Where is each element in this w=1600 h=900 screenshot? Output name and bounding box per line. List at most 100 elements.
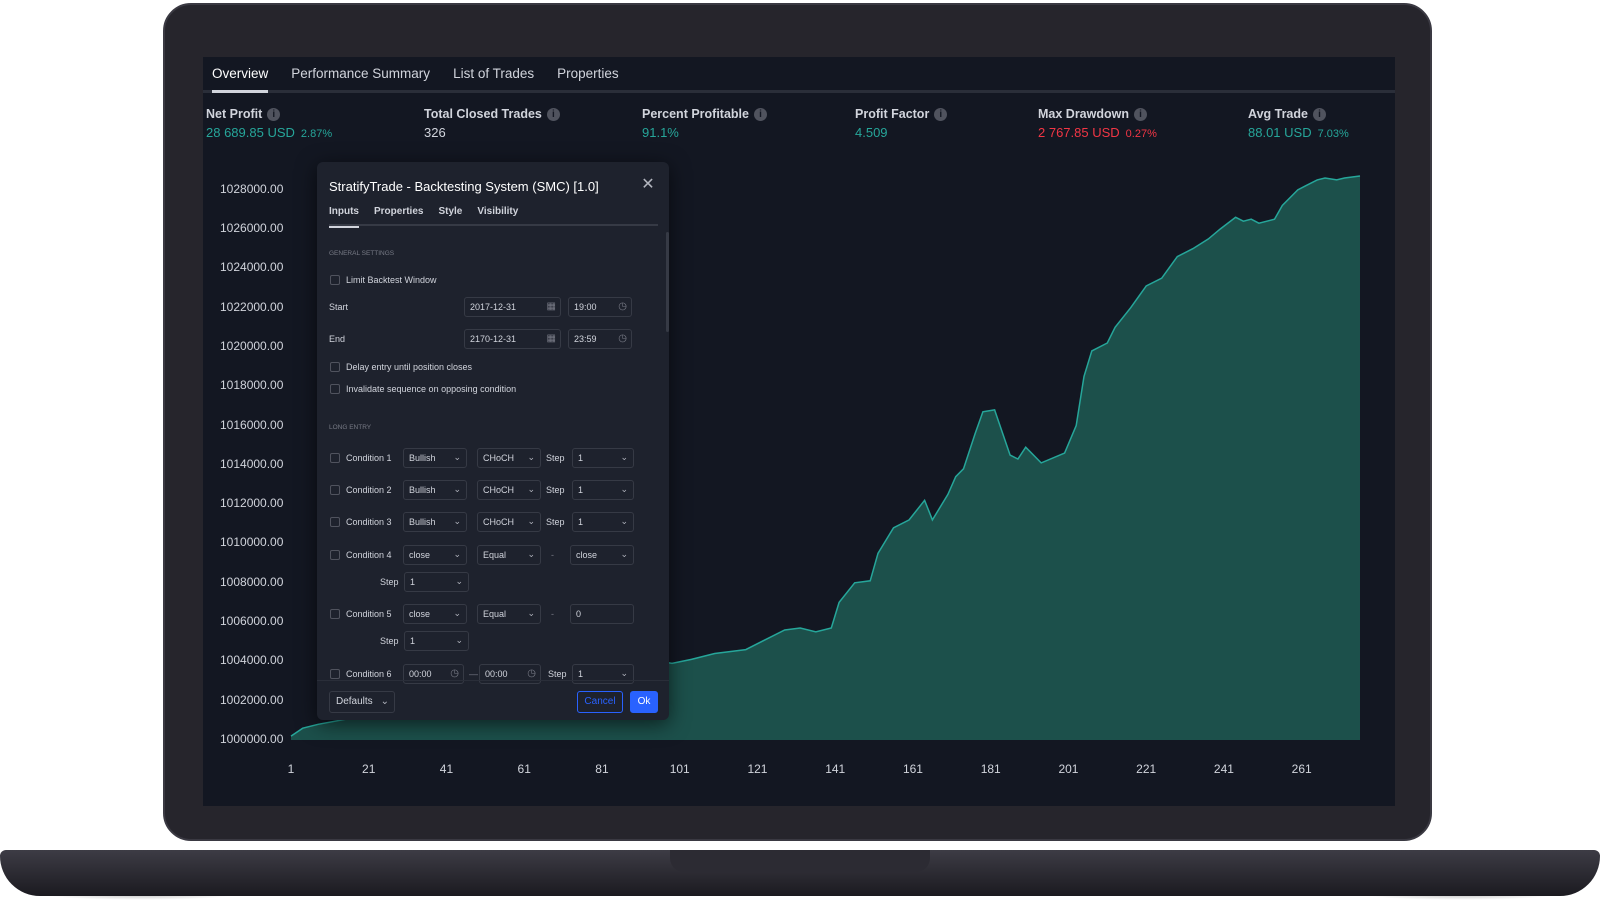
step-label: Step xyxy=(380,577,399,587)
tab-style[interactable]: Style xyxy=(438,206,462,224)
condition-4-step-select[interactable]: 1 ⌄ xyxy=(404,572,469,592)
chevron-down-icon: ⌄ xyxy=(620,452,628,462)
x-axis-tick: 241 xyxy=(1213,762,1234,776)
x-axis-tick: 201 xyxy=(1058,762,1079,776)
start-label: Start xyxy=(329,302,349,312)
end-time-value: 23:59 xyxy=(574,334,597,344)
select-value: 1 xyxy=(578,517,584,527)
dialog-footer: Defaults ⌄ Cancel Ok xyxy=(317,680,669,720)
chevron-down-icon: ⌄ xyxy=(453,608,461,618)
y-axis-tick: 1010000.00 xyxy=(220,535,284,550)
chevron-down-icon: ⌄ xyxy=(527,452,535,462)
select-value: CHoCH xyxy=(483,485,515,495)
calendar-icon: ▦ xyxy=(546,333,556,344)
select-value: CHoCH xyxy=(483,453,515,463)
chevron-down-icon: ⌄ xyxy=(527,608,535,618)
condition-5-value-input[interactable]: 0 xyxy=(570,604,634,624)
select-value: 1 xyxy=(578,669,584,679)
section-long-entry: LONG ENTRY xyxy=(329,424,372,431)
condition-2-label: Condition 2 xyxy=(346,485,392,495)
input-value: 00:00 xyxy=(409,669,432,679)
y-axis-tick: 1024000.00 xyxy=(220,260,284,275)
chevron-down-icon: ⌄ xyxy=(453,549,461,559)
condition-5-label: Condition 5 xyxy=(346,609,392,619)
condition-2-direction-select[interactable]: Bullish ⌄ xyxy=(403,480,467,500)
condition-4-target-select[interactable]: close ⌄ xyxy=(570,545,634,565)
y-axis-tick: 1026000.00 xyxy=(220,221,284,236)
condition-5-source-select[interactable]: close ⌄ xyxy=(403,604,467,624)
y-axis-tick: 1016000.00 xyxy=(220,417,284,432)
condition-3-structure-select[interactable]: CHoCH ⌄ xyxy=(477,512,541,532)
y-axis-tick: 1028000.00 xyxy=(220,181,284,196)
condition-4-checkbox[interactable] xyxy=(330,550,340,560)
end-time-field[interactable]: 23:59 ◷ xyxy=(568,329,632,349)
chevron-down-icon: ⌄ xyxy=(527,549,535,559)
condition-3-step-select[interactable]: 1 ⌄ xyxy=(572,512,634,532)
step-label: Step xyxy=(380,636,399,646)
condition-2-checkbox[interactable] xyxy=(330,485,340,495)
dialog-scrollbar[interactable] xyxy=(666,232,669,332)
condition-3-checkbox[interactable] xyxy=(330,517,340,527)
y-axis-tick: 1020000.00 xyxy=(220,338,284,353)
condition-5-checkbox[interactable] xyxy=(330,609,340,619)
laptop-base-notch xyxy=(670,850,930,872)
chevron-down-icon: ⌄ xyxy=(527,484,535,494)
condition-3-label: Condition 3 xyxy=(346,517,392,527)
x-axis-tick: 161 xyxy=(902,762,923,776)
start-date-value: 2017-12-31 xyxy=(470,302,517,312)
condition-6-checkbox[interactable] xyxy=(330,669,340,679)
cancel-button[interactable]: Cancel xyxy=(577,691,623,713)
x-axis-tick: 141 xyxy=(825,762,846,776)
condition-1-direction-select[interactable]: Bullish ⌄ xyxy=(403,448,467,468)
tab-visibility[interactable]: Visibility xyxy=(477,206,518,224)
strategy-settings-dialog: StratifyTrade - Backtesting System (SMC)… xyxy=(317,162,669,720)
x-axis-tick: 41 xyxy=(439,762,454,776)
step-label: Step xyxy=(546,517,565,527)
dialog-tabs: Inputs Properties Style Visibility xyxy=(329,206,658,228)
chevron-down-icon: ⌄ xyxy=(453,516,461,526)
condition-2-structure-select[interactable]: CHoCH ⌄ xyxy=(477,480,541,500)
input-value: 00:00 xyxy=(485,669,508,679)
condition-2-step-select[interactable]: 1 ⌄ xyxy=(572,480,634,500)
condition-6-label: Condition 6 xyxy=(346,669,392,679)
chevron-down-icon: ⌄ xyxy=(453,484,461,494)
condition-5-step-select[interactable]: 1 ⌄ xyxy=(404,631,469,651)
invalidate-sequence-checkbox[interactable] xyxy=(330,384,340,394)
start-date-field[interactable]: 2017-12-31 ▦ xyxy=(464,297,561,317)
ok-button[interactable]: Ok xyxy=(630,691,658,713)
limit-backtest-label: Limit Backtest Window xyxy=(346,275,437,285)
defaults-dropdown[interactable]: Defaults ⌄ xyxy=(329,691,395,713)
condition-1-step-select[interactable]: 1 ⌄ xyxy=(572,448,634,468)
chevron-down-icon: ⌄ xyxy=(620,549,628,559)
x-axis-tick: 21 xyxy=(362,762,376,776)
x-axis-tick: 221 xyxy=(1136,762,1157,776)
condition-1-checkbox[interactable] xyxy=(330,453,340,463)
select-value: 1 xyxy=(410,577,416,587)
x-axis-tick: 101 xyxy=(669,762,690,776)
condition-3-direction-select[interactable]: Bullish ⌄ xyxy=(403,512,467,532)
select-value: Equal xyxy=(483,609,507,619)
y-axis-tick: 1018000.00 xyxy=(220,378,284,393)
select-value: CHoCH xyxy=(483,517,515,527)
chevron-down-icon: ⌄ xyxy=(380,696,389,707)
close-icon[interactable]: ✕ xyxy=(639,176,657,194)
strategy-tester-screen: Overview Performance Summary List of Tra… xyxy=(203,57,1395,806)
section-general-settings: GENERAL SETTINGS xyxy=(329,250,395,257)
condition-4-operator-select[interactable]: Equal ⌄ xyxy=(477,545,541,565)
start-time-field[interactable]: 19:00 ◷ xyxy=(568,297,632,317)
condition-1-label: Condition 1 xyxy=(346,453,392,463)
delay-entry-checkbox[interactable] xyxy=(330,362,340,372)
condition-1-structure-select[interactable]: CHoCH ⌄ xyxy=(477,448,541,468)
tab-inputs[interactable]: Inputs xyxy=(329,206,359,228)
step-label: Step xyxy=(548,669,567,679)
x-axis-tick: 261 xyxy=(1291,762,1312,776)
condition-5-operator-select[interactable]: Equal ⌄ xyxy=(477,604,541,624)
chevron-down-icon: ⌄ xyxy=(455,576,463,586)
condition-4-source-select[interactable]: close ⌄ xyxy=(403,545,467,565)
tab-properties[interactable]: Properties xyxy=(374,206,423,224)
step-label: Step xyxy=(546,453,565,463)
end-date-field[interactable]: 2170-12-31 ▦ xyxy=(464,329,561,349)
start-time-value: 19:00 xyxy=(574,302,597,312)
y-axis-tick: 1012000.00 xyxy=(220,496,284,511)
limit-backtest-checkbox[interactable] xyxy=(330,275,340,285)
